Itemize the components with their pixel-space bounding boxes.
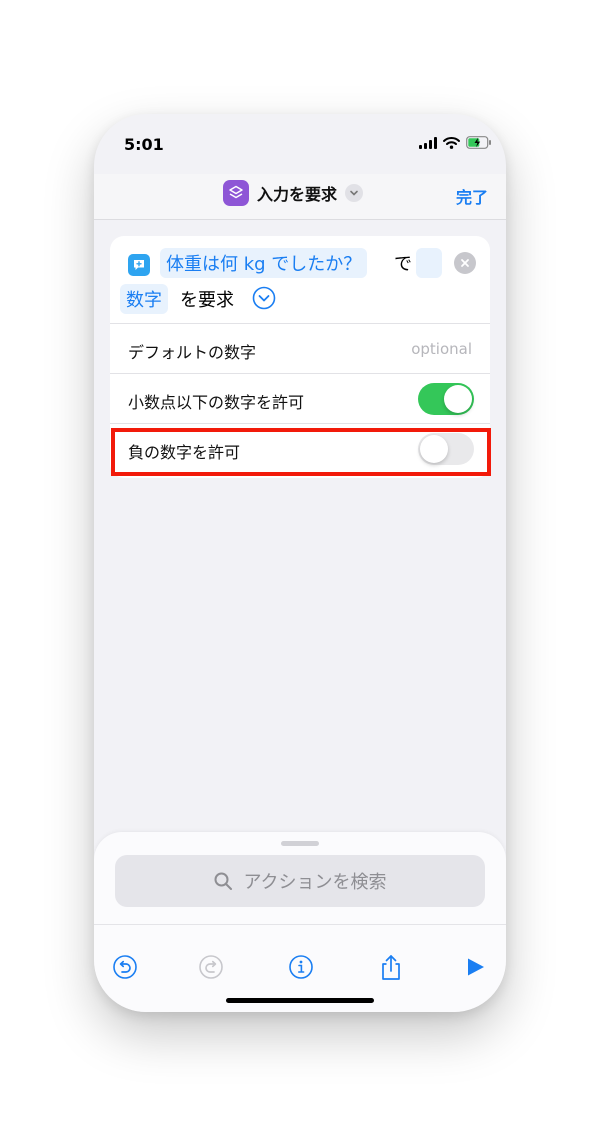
with-word: で (394, 254, 412, 275)
status-icons (419, 136, 492, 149)
actions-bottom-sheet: アクションを検索 (94, 832, 506, 1012)
status-time: 5:01 (124, 135, 164, 154)
share-button[interactable] (376, 952, 406, 982)
search-icon (214, 872, 233, 890)
cellular-signal-icon (419, 136, 437, 149)
chevron-down-icon[interactable] (345, 184, 364, 202)
phone-screen: 5:01 入力を要求 完了 体重は何 kg でしたか？ で 数字 を要求 デフォ… (94, 114, 506, 1012)
battery-charging-icon (466, 136, 491, 149)
run-button[interactable] (460, 952, 490, 982)
default-number-input[interactable]: optional (411, 340, 472, 358)
action-title-menu[interactable]: 入力を要求 (223, 180, 364, 206)
allow-negative-label: 負の数字を許可 (128, 443, 241, 462)
toolbar-divider (94, 924, 506, 925)
action-header: 体重は何 kg でしたか？ で 数字 を要求 (110, 236, 490, 324)
allow-negative-toggle[interactable] (418, 433, 474, 465)
info-icon (289, 955, 313, 979)
clear-icon[interactable] (454, 252, 476, 274)
allow-decimal-toggle[interactable] (418, 383, 474, 415)
expand-chevron-icon[interactable] (252, 286, 276, 310)
redo-button[interactable] (196, 952, 226, 982)
allow-decimal-row: 小数点以下の数字を許可 (110, 374, 490, 424)
prompt-token[interactable]: 体重は何 kg でしたか？ (160, 248, 368, 278)
default-number-row[interactable]: デフォルトの数字 optional (110, 324, 490, 374)
default-number-label: デフォルトの数字 (128, 343, 257, 362)
toggle-knob (444, 385, 472, 413)
empty-parameter-token[interactable] (416, 248, 442, 278)
play-icon (468, 958, 484, 976)
share-icon (382, 955, 400, 980)
action-search-field[interactable]: アクションを検索 (115, 855, 485, 907)
ask-for-input-action-card: 体重は何 kg でしたか？ で 数字 を要求 デフォルトの数字 optional… (110, 236, 490, 478)
shortcuts-app-icon (223, 180, 249, 206)
wifi-icon (443, 136, 460, 149)
done-button[interactable]: 完了 (456, 184, 488, 208)
allow-negative-row: 負の数字を許可 (110, 424, 490, 474)
navigation-bar: 入力を要求 完了 (94, 174, 506, 220)
nav-title: 入力を要求 (257, 185, 338, 204)
sheet-grabber[interactable] (281, 841, 319, 846)
search-placeholder: アクションを検索 (243, 872, 387, 893)
ask-word: を要求 (180, 290, 234, 311)
toggle-knob (420, 435, 448, 463)
home-indicator (226, 998, 374, 1003)
undo-button[interactable] (110, 952, 140, 982)
undo-icon (113, 955, 137, 979)
redo-icon (199, 955, 223, 979)
status-bar: 5:01 (94, 114, 506, 174)
message-bubble-icon (128, 254, 150, 276)
input-type-token[interactable]: 数字 (120, 284, 168, 314)
info-button[interactable] (286, 952, 316, 982)
allow-decimal-label: 小数点以下の数字を許可 (128, 393, 305, 412)
